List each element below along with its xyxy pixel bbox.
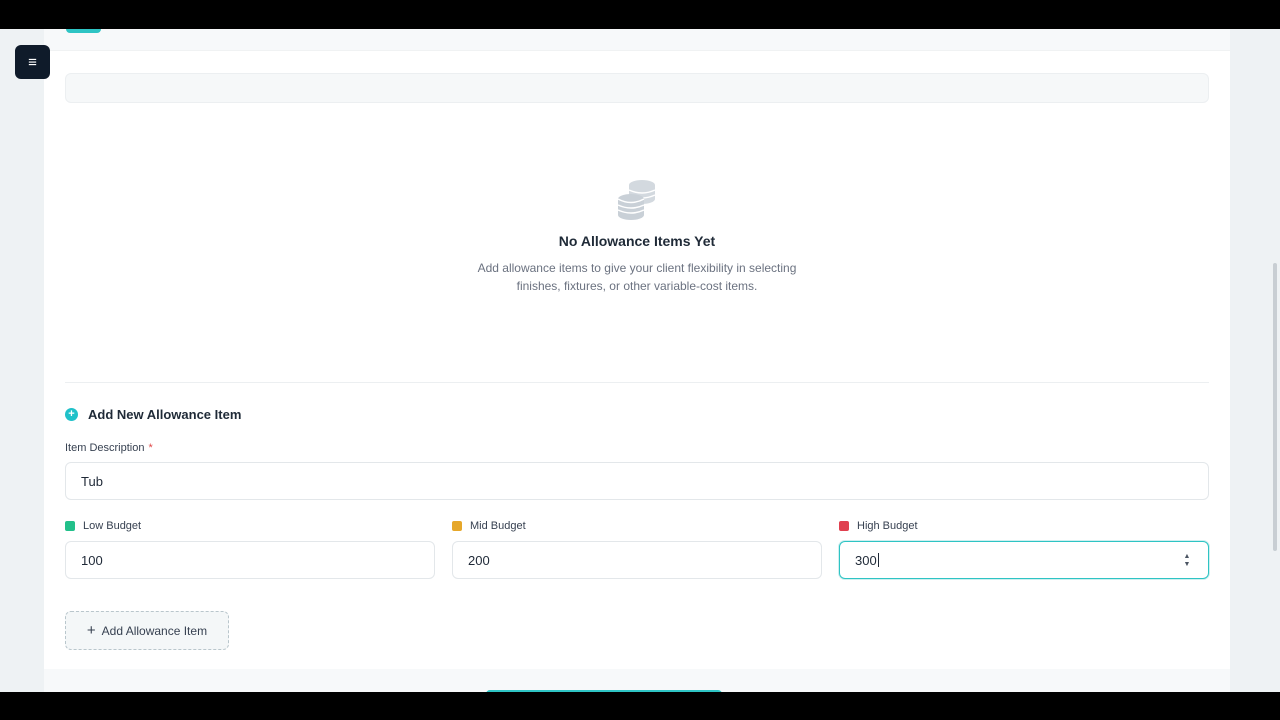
required-marker: * (148, 442, 153, 454)
active-tab-indicator (66, 29, 101, 33)
card-footer-strip (44, 669, 1230, 692)
low-budget-label: Low Budget (65, 520, 141, 532)
vertical-scrollbar[interactable] (1270, 29, 1280, 692)
mid-budget-label: Mid Budget (452, 520, 526, 532)
add-allowance-item-button[interactable]: + Add Allowance Item (65, 611, 229, 650)
mid-budget-value: 200 (468, 552, 490, 568)
spinner-up-icon[interactable]: ▲ (1184, 553, 1191, 560)
item-description-label: Item Description * (65, 442, 153, 454)
high-budget-input[interactable]: 300 ▲ ▼ (839, 541, 1209, 579)
empty-state-description-line2: finishes, fixtures, or other variable-co… (516, 279, 758, 293)
bottom-letterbox (0, 692, 1280, 720)
empty-state-title: No Allowance Items Yet (558, 233, 716, 249)
number-spinner[interactable]: ▲ ▼ (1182, 553, 1192, 568)
hamburger-menu-button[interactable]: ≡ (15, 45, 50, 79)
high-budget-label: High Budget (839, 520, 918, 532)
plus-icon: + (86, 622, 96, 639)
coins-stack-icon (617, 180, 656, 220)
hamburger-menu-icon: ≡ (28, 53, 37, 71)
plus-circle-icon: + (65, 408, 78, 421)
add-allowance-item-label: Add Allowance Item (101, 623, 208, 638)
empty-state-description: Add allowance items to give your client … (65, 259, 1209, 295)
page-viewport: No Allowance Items Yet Add allowance ite… (0, 29, 1280, 692)
low-budget-color-swatch (65, 521, 75, 531)
low-budget-input[interactable]: 100 (65, 541, 435, 579)
high-budget-value: 300 (855, 552, 877, 568)
item-description-label-text: Item Description (65, 442, 145, 454)
mid-budget-input[interactable]: 200 (452, 541, 822, 579)
add-allowance-section-header: + Add New Allowance Item (65, 407, 241, 422)
section-divider (65, 382, 1209, 383)
low-budget-label-text: Low Budget (83, 520, 142, 532)
top-letterbox (0, 0, 1280, 29)
text-caret (877, 553, 879, 567)
add-allowance-section-title: Add New Allowance Item (88, 407, 242, 422)
empty-state: No Allowance Items Yet Add allowance ite… (65, 177, 1209, 295)
high-budget-color-swatch (839, 521, 849, 531)
allowance-list-header (65, 73, 1209, 103)
mid-budget-label-text: Mid Budget (470, 520, 526, 532)
empty-state-description-line1: Add allowance items to give your client … (477, 261, 797, 275)
high-budget-label-text: High Budget (857, 520, 918, 532)
mid-budget-color-swatch (452, 521, 462, 531)
scrollbar-thumb[interactable] (1273, 263, 1277, 551)
item-description-value: Tub (81, 473, 103, 489)
item-description-input[interactable]: Tub (65, 462, 1209, 500)
allowances-card: No Allowance Items Yet Add allowance ite… (44, 29, 1230, 692)
card-top-strip (44, 29, 1230, 51)
spinner-down-icon[interactable]: ▼ (1184, 561, 1191, 568)
low-budget-value: 100 (81, 552, 103, 568)
